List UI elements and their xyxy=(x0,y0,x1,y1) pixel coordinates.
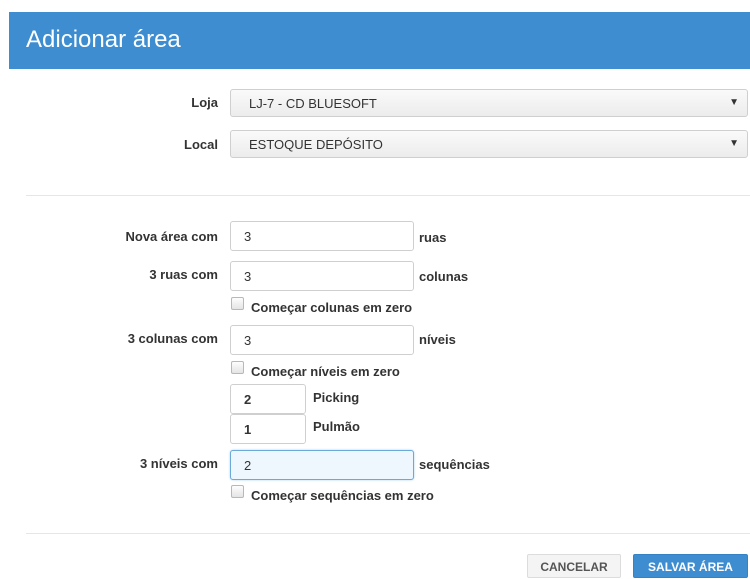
store-label: Loja xyxy=(191,95,218,110)
picking-label: Picking xyxy=(313,390,360,405)
levels-label: 3 níveis com xyxy=(139,456,218,471)
columns-input-value: 3 xyxy=(244,333,252,348)
chevron-down-icon: ▼ xyxy=(729,97,739,108)
location-select-value: ESTOQUE DEPÓSITO xyxy=(249,137,383,152)
dialog-header: Adicionar área xyxy=(9,12,750,69)
columns-input[interactable]: 3 xyxy=(230,325,414,355)
dialog-title: Adicionar área xyxy=(26,26,181,53)
area-unit: ruas xyxy=(419,230,447,245)
streets-input-value: 3 xyxy=(244,269,252,284)
area-input-value: 3 xyxy=(244,229,252,244)
footer-divider xyxy=(26,533,750,534)
streets-unit: colunas xyxy=(419,269,469,284)
picking-input[interactable]: 2 xyxy=(230,384,306,414)
picking-input-value: 2 xyxy=(244,392,252,407)
top-strip xyxy=(0,0,750,12)
zero-columns-checkbox[interactable] xyxy=(231,297,244,310)
levels-input[interactable]: 2 xyxy=(230,450,414,480)
area-label: Nova área com xyxy=(125,229,219,244)
zero-sequences-checkbox[interactable] xyxy=(231,485,244,498)
section-divider xyxy=(26,195,750,196)
columns-label: 3 colunas com xyxy=(127,331,218,346)
zero-levels-label: Começar níveis em zero xyxy=(251,364,400,379)
store-select[interactable]: LJ-7 - CD BLUESOFT ▼ xyxy=(230,89,748,117)
save-area-button[interactable]: SALVAR ÁREA xyxy=(633,554,748,578)
pulmao-input[interactable]: 1 xyxy=(230,414,306,444)
pulmao-input-value: 1 xyxy=(244,422,252,437)
store-select-value: LJ-7 - CD BLUESOFT xyxy=(249,96,377,111)
area-input[interactable]: 3 xyxy=(230,221,414,251)
streets-input[interactable]: 3 xyxy=(230,261,414,291)
zero-columns-label: Começar colunas em zero xyxy=(251,300,413,315)
chevron-down-icon: ▼ xyxy=(729,138,739,149)
streets-label: 3 ruas com xyxy=(149,267,218,282)
levels-input-value: 2 xyxy=(244,458,252,473)
location-label: Local xyxy=(184,137,218,152)
levels-unit: sequências xyxy=(419,457,490,472)
pulmao-label: Pulmão xyxy=(313,419,360,434)
zero-levels-checkbox[interactable] xyxy=(231,361,244,374)
cancel-button[interactable]: CANCELAR xyxy=(527,554,621,578)
zero-sequences-label: Começar sequências em zero xyxy=(251,488,434,503)
location-select[interactable]: ESTOQUE DEPÓSITO ▼ xyxy=(230,130,748,158)
columns-unit: níveis xyxy=(419,332,456,347)
